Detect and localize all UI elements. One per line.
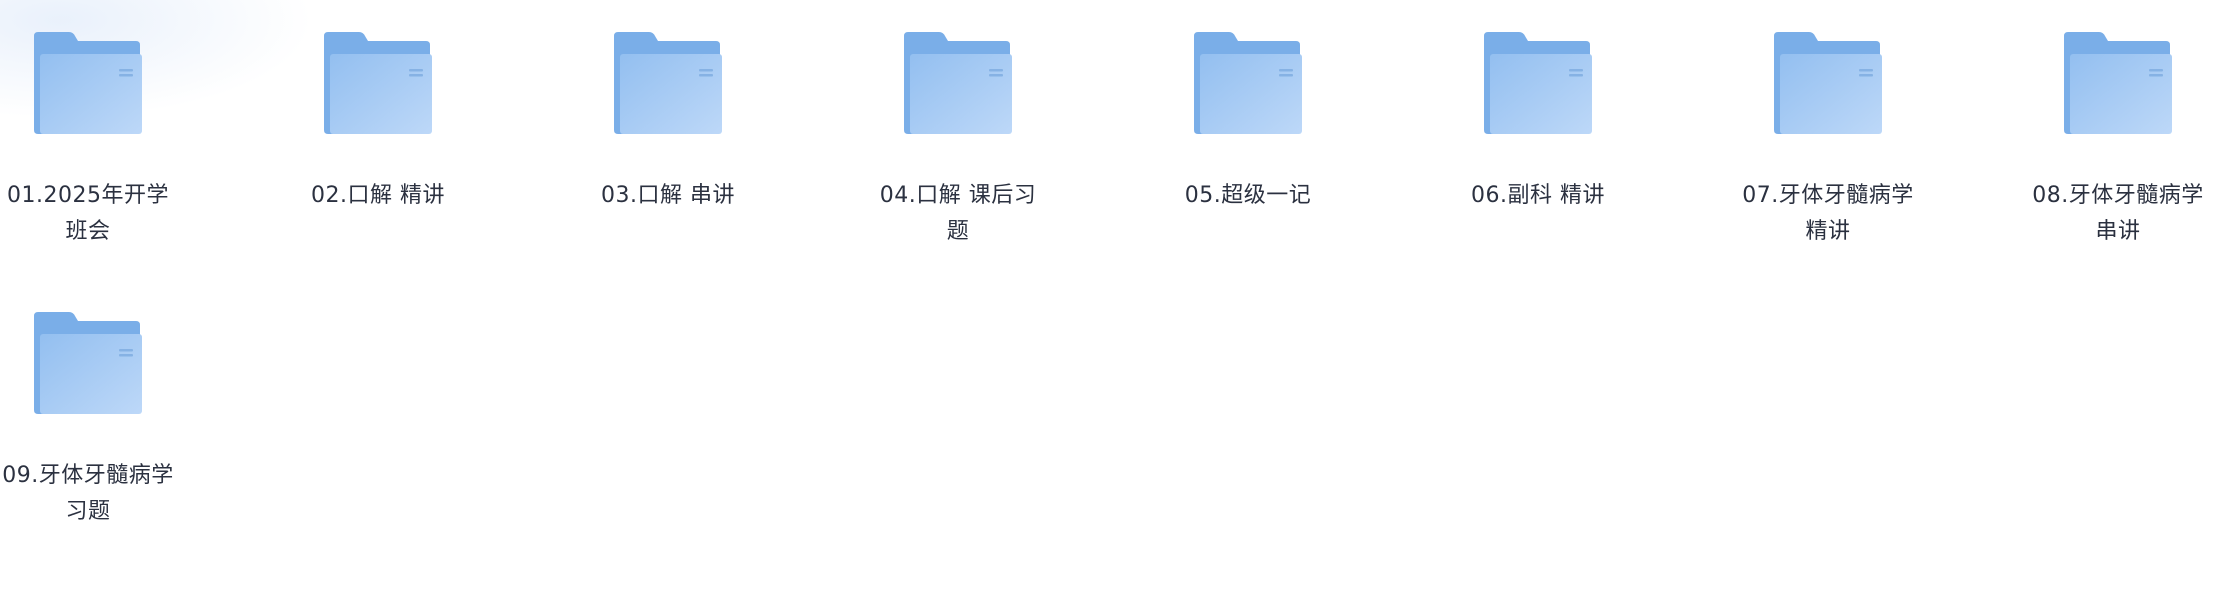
folder-grid: 01.2025年开学班会 02.口解 精讲 03.口解 串讲 04.口解 课后习… xyxy=(0,30,2218,530)
folder-name: 05.超级一记 xyxy=(1184,183,1312,208)
folder-item[interactable]: 05.超级一记 xyxy=(1160,30,1336,250)
folder-item[interactable]: 09.牙体牙髓病学 习题 xyxy=(0,310,176,530)
folder-icon xyxy=(1194,32,1302,134)
folder-icon xyxy=(1774,32,1882,134)
folder-item[interactable]: 01.2025年开学班会 xyxy=(0,30,176,250)
folder-name: 04.口解 课后习题 xyxy=(879,183,1037,244)
folder-item[interactable]: 07.牙体牙髓病学 精讲 xyxy=(1740,30,1916,250)
folder-name: 02.口解 精讲 xyxy=(311,183,445,208)
folder-item[interactable]: 03.口解 串讲 xyxy=(580,30,756,250)
folder-name: 06.副科 精讲 xyxy=(1471,183,1605,208)
folder-name: 01.2025年开学班会 xyxy=(7,183,169,244)
folder-item[interactable]: 04.口解 课后习题 xyxy=(870,30,1046,250)
folder-icon xyxy=(2064,32,2172,134)
folder-item[interactable]: 06.副科 精讲 xyxy=(1450,30,1626,250)
folder-item[interactable]: 08.牙体牙髓病学 串讲 xyxy=(2030,30,2206,250)
folder-name: 09.牙体牙髓病学 习题 xyxy=(2,463,174,524)
folder-icon xyxy=(614,32,722,134)
folder-icon xyxy=(34,312,142,414)
folder-item[interactable]: 02.口解 精讲 xyxy=(290,30,466,250)
folder-icon xyxy=(904,32,1012,134)
folder-name: 03.口解 串讲 xyxy=(601,183,735,208)
file-grid-view: 01.2025年开学班会 02.口解 精讲 03.口解 串讲 04.口解 课后习… xyxy=(0,0,2218,606)
folder-name: 08.牙体牙髓病学 串讲 xyxy=(2032,183,2204,244)
folder-icon xyxy=(1484,32,1592,134)
folder-icon xyxy=(34,32,142,134)
folder-icon xyxy=(324,32,432,134)
folder-name: 07.牙体牙髓病学 精讲 xyxy=(1742,183,1914,244)
